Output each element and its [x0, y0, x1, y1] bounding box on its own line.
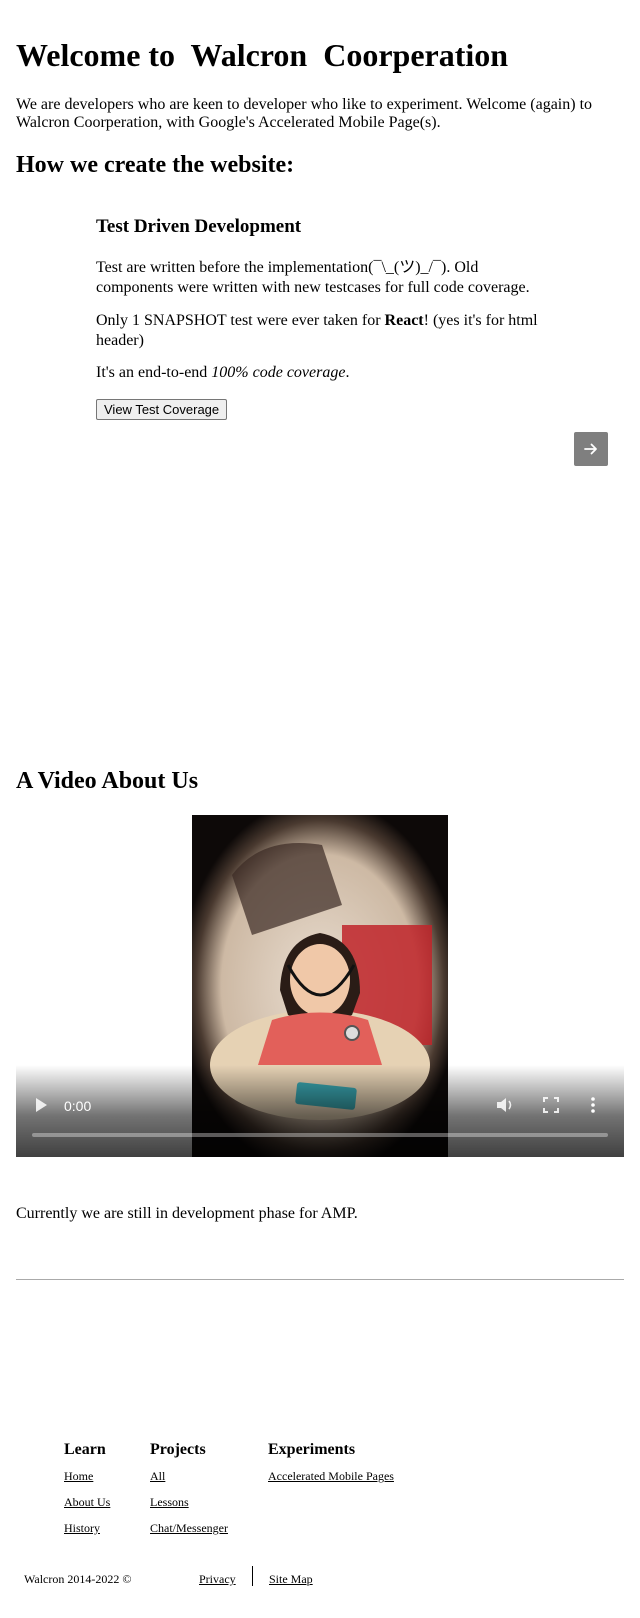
slide-paragraph-1: Test are written before the implementati…: [96, 259, 530, 296]
copyright: Walcron 2014-2022 ©: [24, 1572, 132, 1586]
footer-link-chat-messenger[interactable]: Chat/Messenger: [150, 1521, 228, 1535]
video-time: 0:00: [64, 1098, 92, 1114]
play-icon[interactable]: [33, 1096, 49, 1114]
footer-link-amp[interactable]: Accelerated Mobile Pages: [268, 1469, 394, 1483]
coverage-italic: 100% code coverage: [211, 364, 346, 381]
carousel: Test Driven Development Test are written…: [16, 200, 624, 700]
video-heading: A Video About Us: [16, 768, 199, 794]
footer-projects-title: Projects: [150, 1441, 206, 1458]
footer-learn-title: Learn: [64, 1441, 106, 1458]
footer-link-lessons[interactable]: Lessons: [150, 1495, 228, 1509]
privacy-link[interactable]: Privacy: [199, 1572, 236, 1586]
view-test-coverage-button[interactable]: View Test Coverage: [96, 399, 228, 420]
divider: [16, 1279, 624, 1280]
footer-experiments: Experiments Accelerated Mobile Pages: [268, 1441, 394, 1495]
footer-link-history[interactable]: History: [64, 1521, 110, 1535]
carousel-slide: Test Driven Development Test are written…: [96, 216, 546, 420]
react-bold: React: [384, 312, 424, 329]
more-options-icon[interactable]: [590, 1096, 596, 1114]
site-map-link[interactable]: Site Map: [269, 1572, 313, 1586]
arrow-right-icon: [584, 443, 597, 455]
footer-link-about-us[interactable]: About Us: [64, 1495, 110, 1509]
intro-text: We are developers who are keen to develo…: [16, 96, 593, 131]
video-progress-bar[interactable]: [32, 1133, 608, 1137]
how-heading: How we create the website:: [16, 152, 295, 178]
footer-link-all[interactable]: All: [150, 1469, 228, 1483]
page-title: Welcome to Walcron Coorperation: [16, 37, 509, 73]
status-text: Currently we are still in development ph…: [16, 1205, 358, 1222]
video-controls-overlay: [16, 1065, 624, 1157]
footer-link-home[interactable]: Home: [64, 1469, 110, 1483]
carousel-next-button[interactable]: [574, 432, 608, 466]
slide-paragraph-2: Only 1 SNAPSHOT test were ever taken for…: [96, 311, 546, 351]
footer-projects: Projects All Lessons Chat/Messenger: [150, 1441, 228, 1547]
slide-paragraph-3: It's an end-to-end 100% code coverage.: [96, 363, 546, 383]
slide-title: Test Driven Development: [96, 216, 302, 237]
p2-text: Only 1 SNAPSHOT test were ever taken for: [96, 312, 385, 329]
footer-learn: Learn Home About Us History: [64, 1441, 110, 1547]
legal-separator: [252, 1566, 253, 1586]
video-player[interactable]: 0:00: [16, 815, 624, 1157]
volume-icon[interactable]: [495, 1096, 515, 1114]
fullscreen-icon[interactable]: [543, 1097, 559, 1113]
p3-text: It's an end-to-end: [96, 364, 212, 381]
footer-experiments-title: Experiments: [268, 1441, 356, 1458]
p3-text-end: .: [345, 364, 350, 381]
